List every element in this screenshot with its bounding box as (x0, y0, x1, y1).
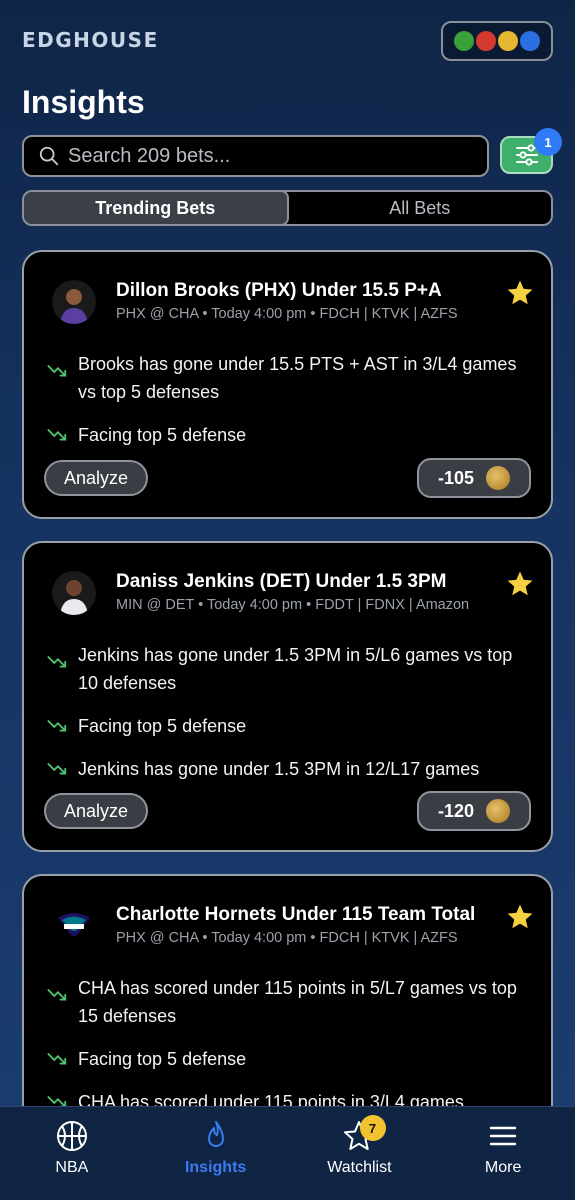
trend-down-icon (47, 762, 67, 775)
search-icon (39, 146, 59, 166)
tab-label: Insights (184, 1159, 247, 1176)
sportsbook-logo-icon (454, 31, 474, 51)
insight-item: Facing top 5 defense (46, 1045, 531, 1073)
insight-item: Jenkins has gone under 1.5 3PM in 5/L6 g… (46, 641, 531, 697)
odds-value: -105 (437, 467, 475, 488)
odds-value: -120 (437, 800, 475, 821)
insight-list: Brooks has gone under 15.5 PTS + AST in … (46, 350, 531, 464)
sportsbook-logo-icon (520, 31, 540, 51)
insight-list: Jenkins has gone under 1.5 3PM in 5/L6 g… (46, 641, 531, 798)
insight-text: CHA has scored under 115 points in 5/L7 … (78, 978, 517, 1026)
bet-title: Daniss Jenkins (DET) Under 1.5 3PM (116, 571, 447, 592)
trend-down-icon (47, 655, 67, 668)
tab-label: NBA (55, 1159, 89, 1176)
app-logo: EDGHOUSE (22, 28, 159, 52)
tab-trending-bets[interactable]: Trending Bets (24, 192, 289, 224)
bet-title: Charlotte Hornets Under 115 Team Total (116, 904, 476, 925)
tab-nba[interactable]: NBA (0, 1107, 144, 1200)
insight-text: Facing top 5 defense (78, 425, 247, 445)
insight-item: Facing top 5 defense (46, 712, 531, 740)
bet-card[interactable]: Dillon Brooks (PHX) Under 15.5 P+A PHX @… (22, 250, 553, 519)
team-logo (52, 904, 96, 948)
bet-subtitle: MIN @ DET • Today 4:00 pm • FDDT | FDNX … (116, 597, 470, 613)
watchlist-count-badge: 7 (359, 1115, 386, 1141)
sportsbook-logo-icon (476, 31, 496, 51)
page-title: Insights (22, 84, 145, 120)
trend-down-icon (47, 364, 67, 377)
star-filled-icon[interactable] (505, 278, 535, 308)
search-bar[interactable] (22, 135, 489, 177)
insight-item: Facing top 5 defense (46, 421, 531, 449)
menu-icon (489, 1126, 517, 1146)
insight-item: CHA has scored under 115 points in 5/L7 … (46, 974, 531, 1030)
insight-text: Jenkins has gone under 1.5 3PM in 5/L6 g… (78, 645, 513, 693)
trend-down-icon (47, 1052, 67, 1065)
insight-text: Facing top 5 defense (78, 716, 247, 736)
sportsbook-logo-icon (498, 31, 518, 51)
sportsbook-logo-icon (486, 799, 511, 823)
insight-text: Facing top 5 defense (78, 1049, 247, 1069)
insight-item: Brooks has gone under 15.5 PTS + AST in … (46, 350, 531, 406)
tab-label: Watchlist (327, 1159, 392, 1176)
analyze-button[interactable]: Analyze (44, 793, 148, 829)
insight-text: Brooks has gone under 15.5 PTS + AST in … (78, 354, 517, 402)
trend-down-icon (47, 428, 67, 441)
bet-subtitle: PHX @ CHA • Today 4:00 pm • FDCH | KTVK … (116, 306, 458, 322)
insight-text: Jenkins has gone under 1.5 3PM in 12/L17… (78, 759, 480, 779)
bet-subtitle: PHX @ CHA • Today 4:00 pm • FDCH | KTVK … (116, 930, 458, 946)
player-avatar (52, 571, 96, 615)
bet-card[interactable]: Daniss Jenkins (DET) Under 1.5 3PM MIN @… (22, 541, 553, 852)
star-filled-icon[interactable] (505, 902, 535, 932)
basketball-icon (56, 1121, 87, 1151)
bets-segmented-control: Trending Bets All Bets (22, 190, 553, 226)
app-header: EDGHOUSE (22, 20, 553, 61)
filter-count-badge: 1 (534, 128, 562, 156)
star-filled-icon[interactable] (505, 569, 535, 599)
sportsbook-logo-icon (486, 466, 511, 490)
tab-more[interactable]: More (431, 1107, 575, 1200)
bet-title: Dillon Brooks (PHX) Under 15.5 P+A (116, 280, 442, 301)
odds-button[interactable]: -105 (417, 458, 531, 498)
player-avatar (52, 280, 96, 324)
trend-down-icon (47, 719, 67, 732)
bottom-tab-bar: NBA Insights Watchlist 7 More (0, 1106, 575, 1200)
trend-down-icon (47, 988, 67, 1001)
analyze-button[interactable]: Analyze (44, 460, 148, 496)
tab-watchlist[interactable]: Watchlist 7 (288, 1107, 432, 1200)
sportsbooks-button[interactable] (441, 21, 553, 61)
tab-insights[interactable]: Insights (144, 1107, 288, 1200)
flame-icon (207, 1121, 224, 1147)
odds-button[interactable]: -120 (417, 791, 531, 831)
tab-all-bets[interactable]: All Bets (289, 192, 552, 224)
tab-label: More (484, 1159, 522, 1176)
insight-item: Jenkins has gone under 1.5 3PM in 12/L17… (46, 755, 531, 783)
search-input[interactable] (68, 144, 487, 168)
